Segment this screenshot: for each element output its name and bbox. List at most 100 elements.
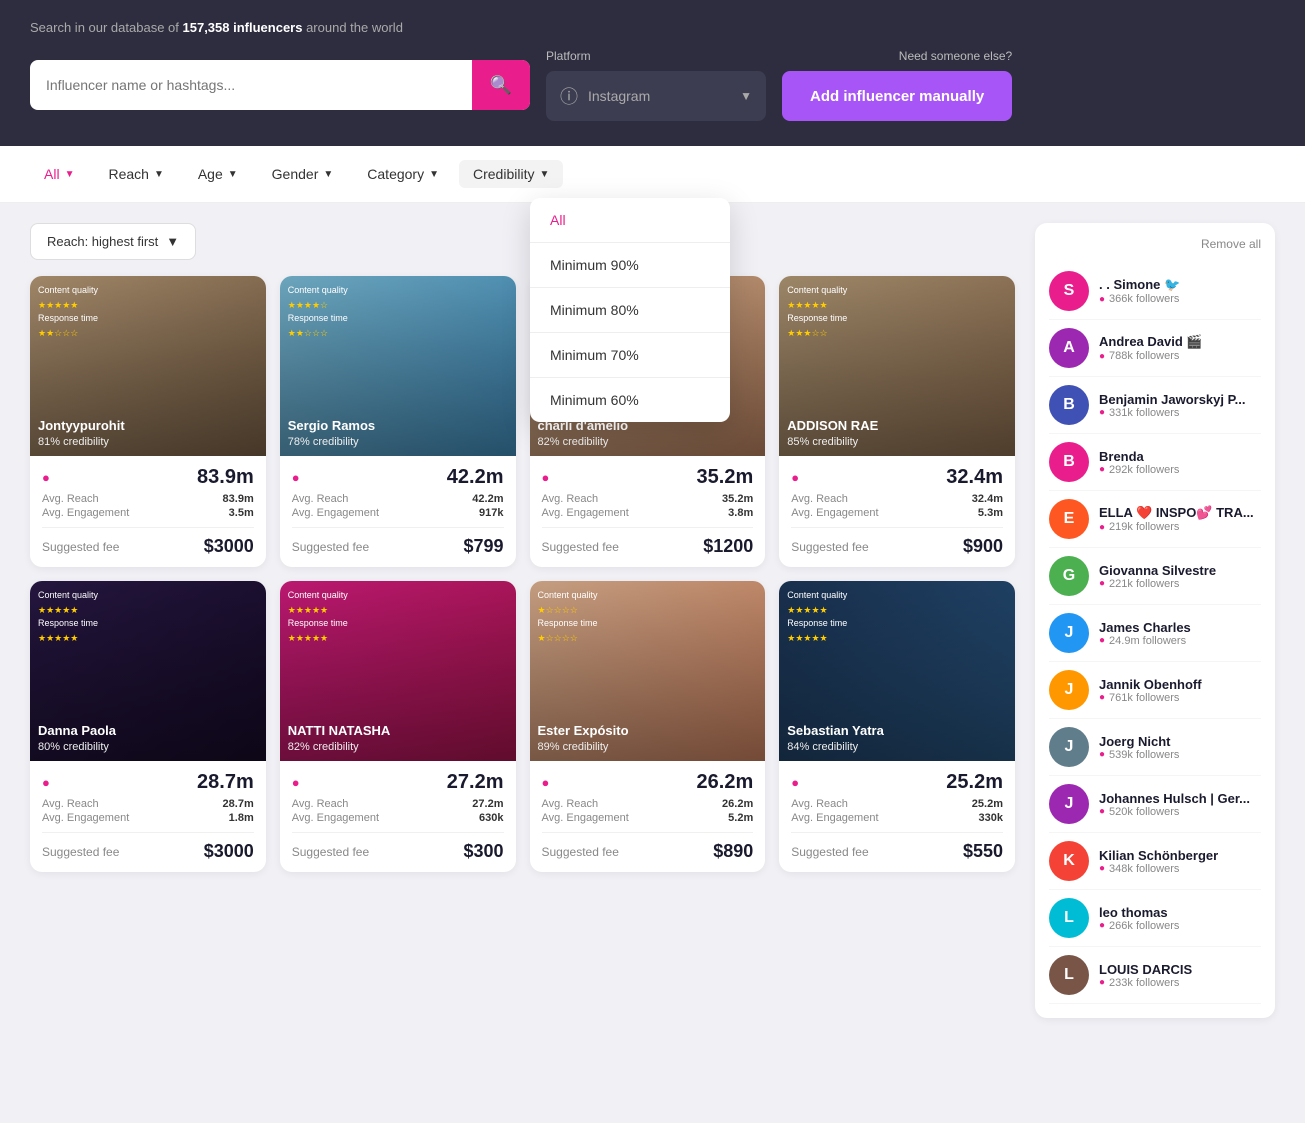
saved-influencer-item[interactable]: J Joerg Nicht ● 539k followers — [1049, 719, 1261, 776]
saved-followers: ● 788k followers — [1099, 350, 1261, 362]
filter-age-button[interactable]: Age ▼ — [184, 160, 252, 188]
influencer-card[interactable]: Content quality ★★★★★ Response time ★★★★… — [280, 581, 516, 872]
saved-influencer-item[interactable]: E ELLA ❤️ INSPO💕 TRA... ● 219k followers — [1049, 491, 1261, 548]
stars-content: ★★★★★ — [787, 604, 847, 618]
card-image: Content quality ★★★★★ Response time ★★★★… — [779, 581, 1015, 761]
saved-influencer-item[interactable]: J James Charles ● 24.9m followers — [1049, 605, 1261, 662]
dropdown-item-80[interactable]: Minimum 80% — [530, 288, 730, 332]
dropdown-item-all[interactable]: All — [530, 198, 730, 242]
saved-influencer-item[interactable]: A Andrea David 🎬 ● 788k followers — [1049, 320, 1261, 377]
fee-row: Suggested fee $799 — [292, 527, 504, 557]
filter-all-button[interactable]: All ▼ — [30, 160, 88, 188]
avatar-placeholder: J — [1049, 784, 1089, 824]
stat-reach-row: ● 32.4m — [791, 466, 1003, 489]
card-image: Content quality ★★★★★ Response time ★★★☆… — [779, 276, 1015, 456]
dropdown-item-60[interactable]: Minimum 60% — [530, 378, 730, 422]
card-influencer-name: ADDISON RAE 85% credibility — [787, 418, 878, 448]
influencer-card[interactable]: Content quality ★★★★★ Response time ★★★☆… — [779, 276, 1015, 567]
saved-influencer-item[interactable]: L LOUIS DARCIS ● 233k followers — [1049, 947, 1261, 1004]
saved-influencer-item[interactable]: J Jannik Obenhoff ● 761k followers — [1049, 662, 1261, 719]
avg-reach-value: 42.2m — [472, 493, 503, 505]
suggested-fee-label: Suggested fee — [42, 540, 119, 554]
filter-age-arrow: ▼ — [228, 169, 238, 180]
filter-category-button[interactable]: Category ▼ — [353, 160, 453, 188]
card-stats: ● 26.2m Avg. Reach 26.2m Avg. Engagement… — [530, 761, 766, 872]
followers-count: 788k followers — [1109, 350, 1179, 362]
saved-name: Benjamin Jaworskyj P... — [1099, 392, 1261, 407]
saved-influencer-item[interactable]: G Giovanna Silvestre ● 221k followers — [1049, 548, 1261, 605]
saved-influencer-item[interactable]: S . . Simone 🐦 ● 366k followers — [1049, 263, 1261, 320]
search-button[interactable]: 🔍 — [472, 60, 530, 110]
card-credibility: 85% credibility — [787, 436, 858, 448]
suggested-fee-label: Suggested fee — [292, 540, 369, 554]
card-image: Content quality ★★★★★ Response time ★★★★… — [30, 581, 266, 761]
saved-avatar: B — [1049, 385, 1089, 425]
saved-influencer-item[interactable]: B Brenda ● 292k followers — [1049, 434, 1261, 491]
avatar-placeholder: E — [1049, 499, 1089, 539]
filter-gender-label: Gender — [272, 166, 319, 182]
saved-influencer-item[interactable]: B Benjamin Jaworskyj P... ● 331k followe… — [1049, 377, 1261, 434]
content-quality-label: Content quality — [288, 589, 348, 603]
filter-category-arrow: ▼ — [429, 169, 439, 180]
followers-count: 331k followers — [1109, 407, 1179, 419]
influencer-card[interactable]: Content quality ★★★★★ Response time ★★☆☆… — [30, 276, 266, 567]
stars-response: ★★★☆☆ — [787, 327, 847, 341]
stat-avg-reach-row: Avg. Reach 83.9m — [42, 493, 254, 505]
remove-all-button[interactable]: Remove all — [1201, 237, 1261, 251]
card-influencer-name: Sergio Ramos 78% credibility — [288, 418, 375, 448]
influencer-card[interactable]: Content quality ★☆☆☆☆ Response time ★☆☆☆… — [530, 581, 766, 872]
instagram-icon-small: ● — [1099, 407, 1105, 418]
instagram-icon-small: ● — [1099, 578, 1105, 589]
avg-engagement-label: Avg. Engagement — [292, 507, 379, 519]
content-quality-label: Content quality — [787, 284, 847, 298]
card-credibility: 80% credibility — [38, 741, 109, 753]
search-input[interactable] — [30, 60, 472, 110]
stat-avg-reach-row: Avg. Reach 28.7m — [42, 798, 254, 810]
avg-reach-label: Avg. Reach — [292, 798, 349, 810]
influencer-card[interactable]: Content quality ★★★★★ Response time ★★★★… — [779, 581, 1015, 872]
influencer-card[interactable]: Content quality ★★★★☆ Response time ★★☆☆… — [280, 276, 516, 567]
followers-count: 539k followers — [1109, 749, 1179, 761]
card-image: Content quality ★★★★★ Response time ★★☆☆… — [30, 276, 266, 456]
sort-select[interactable]: Reach: highest first ▼ — [30, 223, 196, 260]
stat-avg-reach-row: Avg. Reach 42.2m — [292, 493, 504, 505]
avatar-placeholder: J — [1049, 613, 1089, 653]
add-influencer-manually-button[interactable]: Add influencer manually — [782, 71, 1012, 121]
saved-influencer-item[interactable]: K Kilian Schönberger ● 348k followers — [1049, 833, 1261, 890]
saved-name: . . Simone 🐦 — [1099, 277, 1261, 293]
dropdown-item-90[interactable]: Minimum 90% — [530, 243, 730, 287]
saved-avatar: K — [1049, 841, 1089, 881]
instagram-small-icon: ● — [791, 775, 799, 790]
followers-count: 292k followers — [1109, 464, 1179, 476]
stars-response: ★★★★★ — [787, 632, 847, 646]
card-stars: Content quality ★★★★★ Response time ★★☆☆… — [38, 284, 98, 340]
card-credibility: 84% credibility — [787, 741, 858, 753]
saved-influencer-item[interactable]: L leo thomas ● 266k followers — [1049, 890, 1261, 947]
dropdown-item-70[interactable]: Minimum 70% — [530, 333, 730, 377]
instagram-icon-small: ● — [1099, 294, 1105, 305]
platform-select[interactable]: ⓘ Instagram ▼ — [546, 71, 766, 121]
saved-info: ELLA ❤️ INSPO💕 TRA... ● 219k followers — [1099, 505, 1261, 533]
filter-gender-button[interactable]: Gender ▼ — [258, 160, 348, 188]
response-time-label: Response time — [288, 312, 348, 326]
content-quality-label: Content quality — [538, 589, 598, 603]
followers-count: 520k followers — [1109, 806, 1179, 818]
saved-name: Jannik Obenhoff — [1099, 677, 1261, 692]
card-stats: ● 28.7m Avg. Reach 28.7m Avg. Engagement… — [30, 761, 266, 872]
filter-reach-button[interactable]: Reach ▼ — [94, 160, 177, 188]
saved-followers: ● 221k followers — [1099, 578, 1261, 590]
saved-influencer-item[interactable]: J Johannes Hulsch | Ger... ● 520k follow… — [1049, 776, 1261, 833]
response-time-label: Response time — [787, 312, 847, 326]
instagram-small-icon: ● — [542, 470, 550, 485]
influencer-card[interactable]: Content quality ★★★★★ Response time ★★★★… — [30, 581, 266, 872]
filter-credibility-button[interactable]: Credibility ▼ — [459, 160, 563, 188]
response-time-label: Response time — [38, 617, 98, 631]
card-stats: ● 83.9m Avg. Reach 83.9m Avg. Engagement… — [30, 456, 266, 567]
saved-followers: ● 292k followers — [1099, 464, 1261, 476]
search-box: 🔍 — [30, 60, 530, 110]
followers-count: 24.9m followers — [1109, 635, 1186, 647]
suggested-fee-label: Suggested fee — [542, 845, 619, 859]
instagram-icon-small: ● — [1099, 522, 1105, 533]
saved-name: Brenda — [1099, 449, 1261, 464]
filter-category-label: Category — [367, 166, 424, 182]
